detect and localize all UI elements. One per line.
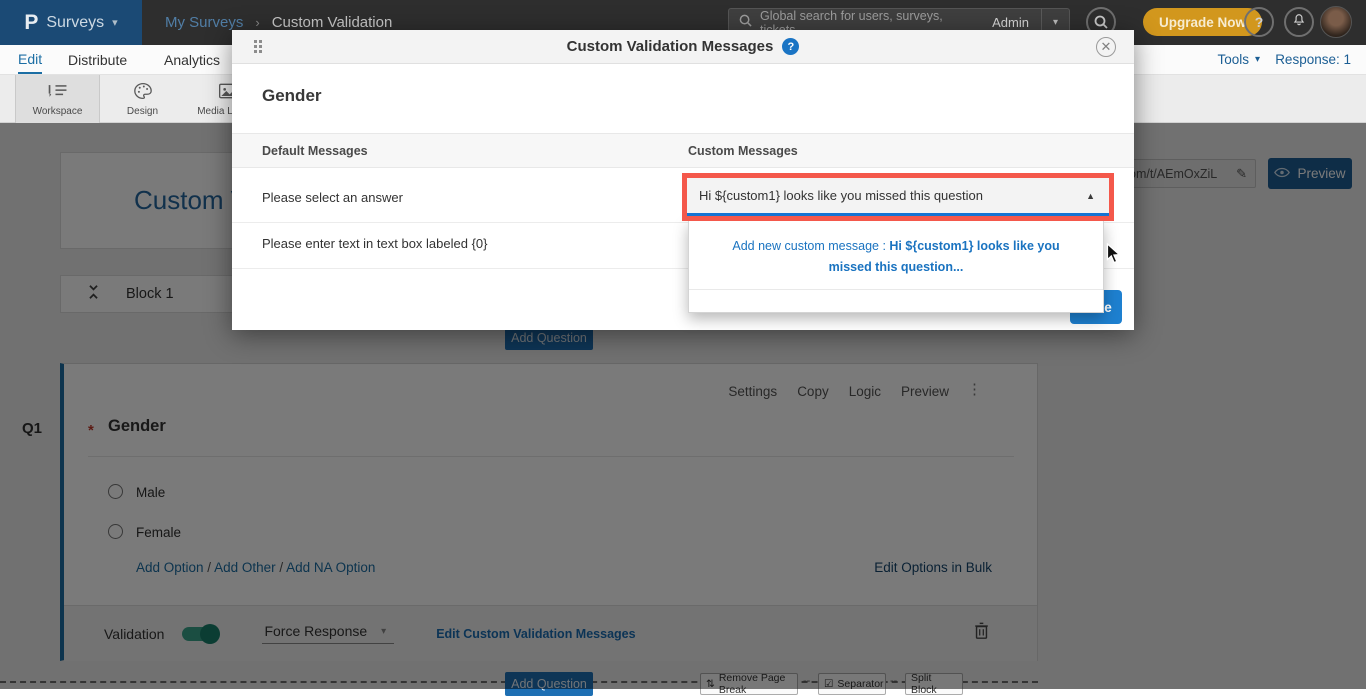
tab-analytics[interactable]: Analytics bbox=[164, 45, 220, 74]
modal-title: Custom Validation Messages bbox=[567, 38, 774, 55]
response-count[interactable]: Response: 1 bbox=[1275, 45, 1351, 74]
logo-icon: P bbox=[24, 11, 38, 35]
default-message-row-1: Please select an answer bbox=[262, 190, 403, 205]
tab-distribute[interactable]: Distribute bbox=[68, 45, 127, 74]
modal-question-heading: Gender bbox=[262, 86, 322, 106]
messages-table-header: Default Messages Custom Messages bbox=[232, 133, 1134, 168]
default-message-row-2: Please enter text in text box labeled {0… bbox=[262, 236, 488, 251]
chevron-down-icon: ▾ bbox=[1255, 54, 1260, 65]
toolbar-workspace[interactable]: Workspace bbox=[15, 75, 100, 123]
user-avatar[interactable] bbox=[1320, 6, 1352, 38]
custom-message-dropdown: Add new custom message : Hi ${custom1} l… bbox=[688, 220, 1104, 313]
product-name: Surveys bbox=[46, 14, 104, 32]
breadcrumb-survey-name: Custom Validation bbox=[272, 14, 393, 31]
mouse-cursor bbox=[1106, 243, 1121, 269]
tools-menu[interactable]: Tools ▾ bbox=[1217, 45, 1260, 74]
tab-edit[interactable]: Edit bbox=[18, 45, 42, 74]
breadcrumb-separator-icon: › bbox=[255, 15, 259, 30]
custom-validation-messages-modal: Custom Validation Messages ? ✕ Gender De… bbox=[232, 30, 1134, 330]
modal-header: Custom Validation Messages ? bbox=[232, 30, 1134, 64]
search-icon bbox=[739, 14, 752, 32]
column-default-messages: Default Messages bbox=[262, 144, 368, 158]
close-icon[interactable]: ✕ bbox=[1096, 37, 1116, 57]
highlight-annotation-box: Hi ${custom1} looks like you missed this… bbox=[682, 173, 1114, 221]
help-circle-icon[interactable]: ? bbox=[782, 38, 799, 55]
add-new-custom-message-option[interactable]: Add new custom message : Hi ${custom1} l… bbox=[711, 236, 1081, 278]
divider bbox=[689, 289, 1103, 290]
app-logo[interactable]: P Surveys ▾ bbox=[0, 0, 142, 45]
custom-message-select[interactable]: Hi ${custom1} looks like you missed this… bbox=[687, 178, 1109, 216]
custom-message-select-value: Hi ${custom1} looks like you missed this… bbox=[699, 188, 983, 203]
palette-icon bbox=[133, 82, 153, 103]
column-custom-messages: Custom Messages bbox=[688, 144, 798, 158]
workspace-icon bbox=[47, 82, 69, 103]
question-mark-icon: ? bbox=[1255, 14, 1264, 30]
breadcrumb-my-surveys[interactable]: My Surveys bbox=[165, 14, 243, 31]
search-scope-label: Admin bbox=[980, 15, 1041, 30]
chevron-down-icon: ▾ bbox=[112, 16, 118, 29]
drag-handle-icon[interactable] bbox=[254, 40, 262, 53]
help-button[interactable]: ? bbox=[1244, 7, 1274, 37]
notifications-button[interactable] bbox=[1284, 7, 1314, 37]
caret-up-icon: ▲ bbox=[1086, 191, 1095, 201]
toolbar-design[interactable]: Design bbox=[100, 75, 185, 123]
bell-icon bbox=[1292, 13, 1306, 32]
